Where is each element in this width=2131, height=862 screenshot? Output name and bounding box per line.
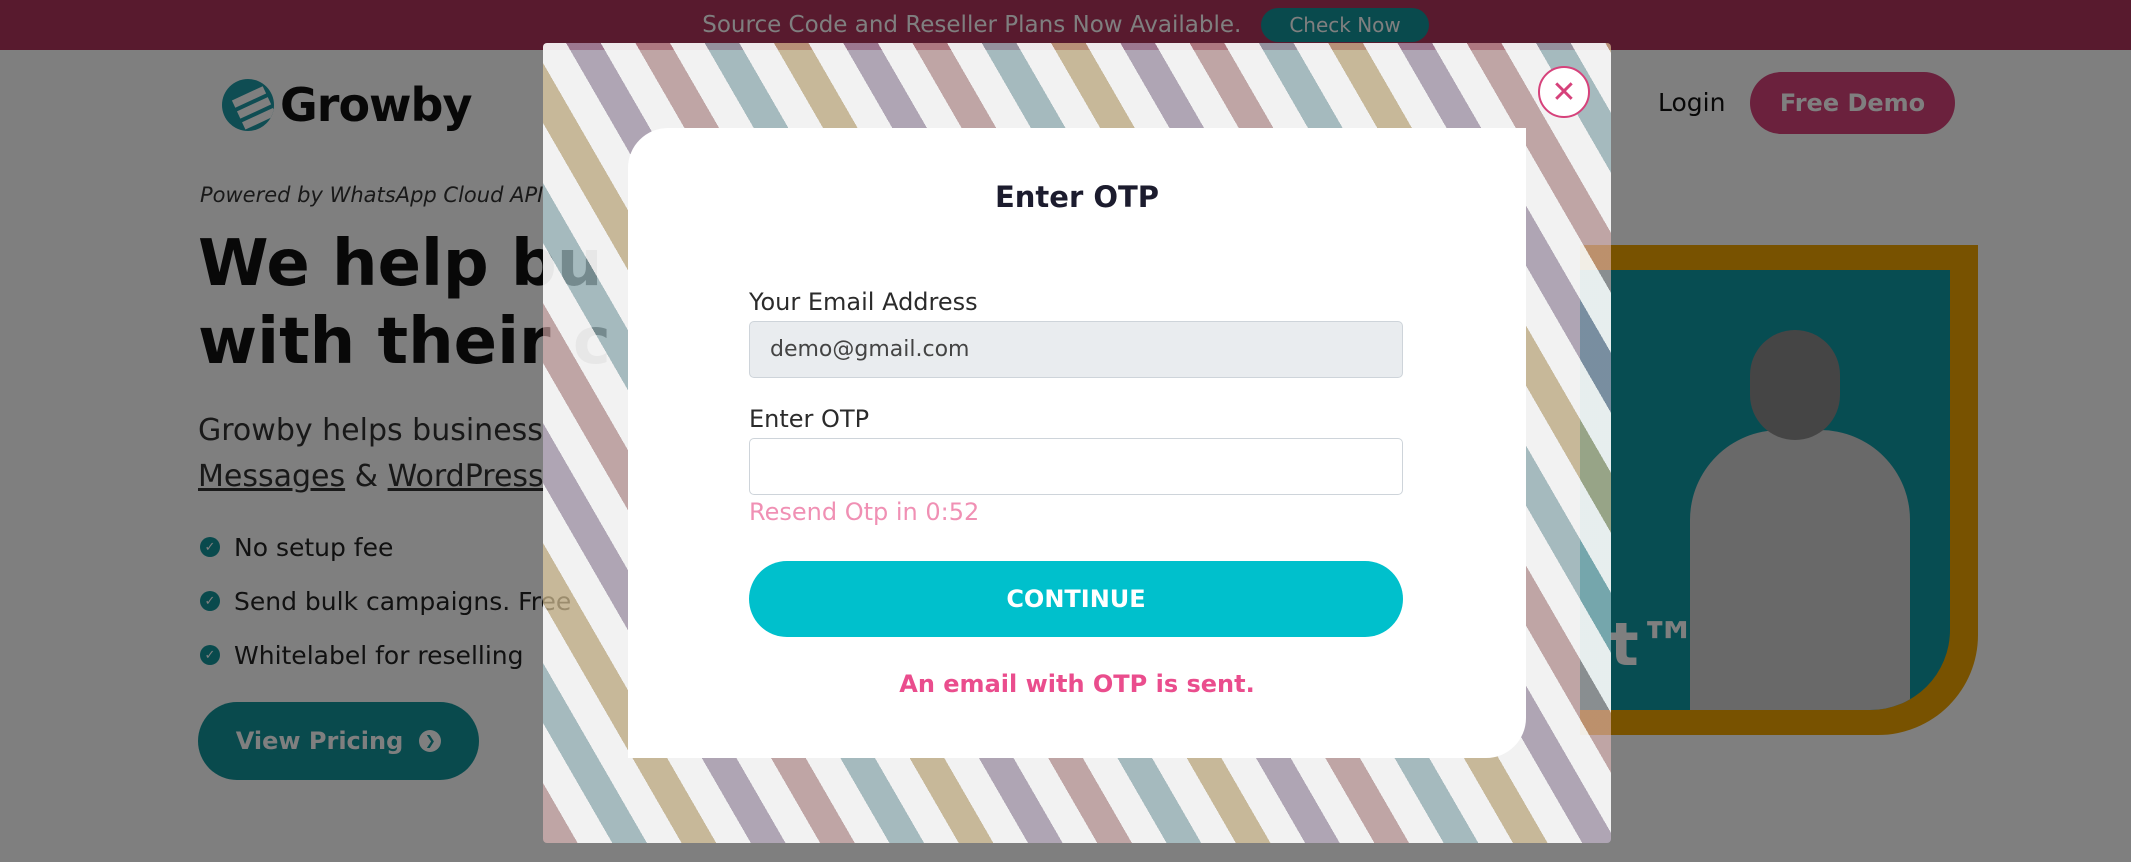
otp-sent-notice: An email with OTP is sent. (899, 670, 1255, 698)
otp-card: Enter OTP Your Email Address demo@gmail.… (628, 128, 1526, 758)
close-icon: ✕ (1551, 74, 1577, 110)
close-modal-button[interactable]: ✕ (1538, 66, 1590, 118)
email-label: Your Email Address (749, 288, 978, 316)
email-field[interactable]: demo@gmail.com (749, 321, 1403, 378)
otp-title: Enter OTP (994, 180, 1160, 214)
resend-otp-timer: Resend Otp in 0:52 (749, 498, 980, 526)
continue-button[interactable]: CONTINUE (749, 561, 1403, 637)
otp-label: Enter OTP (749, 405, 870, 433)
otp-input[interactable] (749, 438, 1403, 495)
